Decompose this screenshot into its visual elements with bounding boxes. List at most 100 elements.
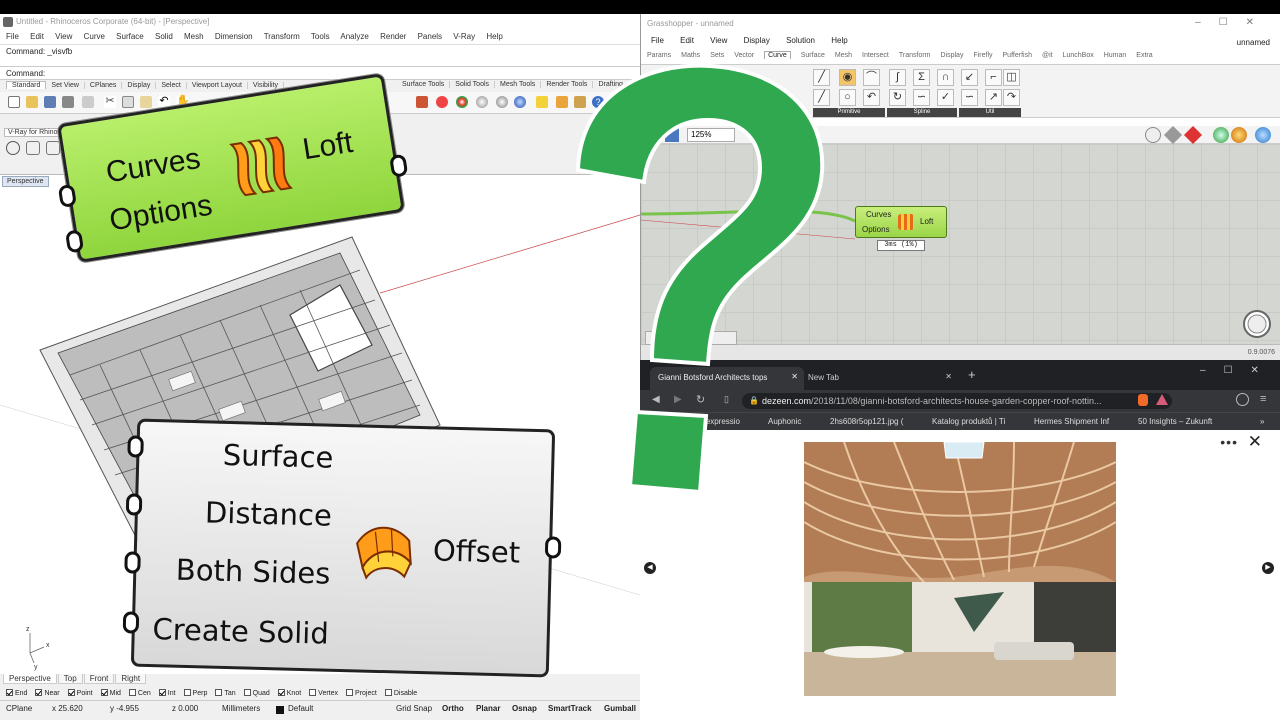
gh-tab-intersect[interactable]: Intersect	[862, 52, 889, 59]
brave-shield-icon[interactable]	[1138, 394, 1148, 406]
rhino-menu-vray[interactable]: V-Ray	[453, 32, 475, 41]
status-osnap[interactable]: Osnap	[512, 704, 537, 713]
rhino-menu-curve[interactable]: Curve	[84, 32, 105, 41]
vray-render-icon[interactable]	[6, 141, 20, 155]
osnap-quad-checkbox[interactable]	[243, 689, 251, 696]
render-color-icon[interactable]	[436, 96, 448, 108]
rhino-menu-file[interactable]: File	[6, 32, 19, 41]
rhino-tab-solid-tools[interactable]: Solid Tools	[450, 81, 496, 88]
gh-menu-solution[interactable]: Solution	[786, 36, 815, 45]
osnap-vertex-checkbox[interactable]	[309, 689, 317, 696]
extend-curve-icon[interactable]: ↷	[1003, 89, 1020, 106]
osnap-project[interactable]: Project	[346, 689, 377, 697]
osnap-quad[interactable]: Quad	[243, 689, 270, 697]
maximize-icon[interactable]: ☐	[1219, 17, 1246, 28]
osnap-end-checkbox[interactable]	[6, 689, 13, 696]
gh-tab-at-it[interactable]: @it	[1042, 52, 1053, 59]
interpolate-icon[interactable]: ∫	[889, 69, 906, 86]
rhino-tab-set-view[interactable]: Set View	[46, 82, 85, 89]
open-folder-icon[interactable]	[26, 96, 38, 108]
bookmark-image-jpg[interactable]: 2hs608r5op121.jpg (	[830, 417, 903, 426]
vptab-right[interactable]: Right	[115, 674, 147, 684]
gh-bake-icon[interactable]	[1213, 127, 1229, 143]
gh-tab-display[interactable]: Display	[941, 52, 964, 59]
light-bulb-icon[interactable]	[536, 96, 548, 108]
gh-loft-input-options[interactable]: Options	[862, 225, 890, 234]
color-wheel-icon[interactable]	[456, 96, 468, 108]
osnap-knot-checkbox[interactable]	[277, 689, 285, 696]
rhino-menu-solid[interactable]: Solid	[155, 32, 173, 41]
gh-wireframe-icon[interactable]	[1163, 125, 1183, 145]
new-tab-plus-icon[interactable]: +	[968, 367, 976, 382]
vptab-front[interactable]: Front	[83, 674, 115, 684]
rhino-menu-tools[interactable]: Tools	[311, 32, 330, 41]
print-icon[interactable]	[62, 96, 74, 108]
offset-port-create-solid[interactable]	[122, 611, 140, 634]
profile-icon[interactable]	[1236, 393, 1249, 406]
gh-navigation-dial[interactable]	[1237, 304, 1277, 344]
nurbs-curve-icon[interactable]: ∩	[937, 69, 954, 86]
osnap-project-checkbox[interactable]	[346, 689, 354, 696]
offset-port-distance[interactable]	[125, 493, 143, 516]
gh-document-name[interactable]: unnamed	[1237, 38, 1270, 47]
osnap-perp-checkbox[interactable]	[183, 689, 191, 696]
rhino-tab-surface-tools[interactable]: Surface Tools	[397, 81, 451, 88]
status-ortho[interactable]: Ortho	[442, 704, 464, 713]
rhino-menu-analyze[interactable]: Analyze	[340, 32, 368, 41]
gh-shaded-icon[interactable]	[1183, 125, 1203, 145]
next-image-icon[interactable]: ▶	[1262, 562, 1274, 574]
rhino-menu-transform[interactable]: Transform	[264, 32, 300, 41]
browser-menu-icon[interactable]: ≡	[1260, 393, 1266, 405]
join-curves-icon[interactable]: ↙	[961, 69, 978, 86]
bezier-icon[interactable]: ↻	[889, 89, 906, 106]
properties-icon[interactable]	[82, 96, 94, 108]
status-grid-snap[interactable]: Grid Snap	[396, 704, 432, 713]
gh-tab-transform[interactable]: Transform	[899, 52, 931, 59]
offset-curve-icon[interactable]: ◫	[1003, 69, 1020, 86]
osnap-vertex[interactable]: Vertex	[309, 689, 338, 697]
polyline-icon[interactable]: Σ	[913, 69, 930, 86]
osnap-int-checkbox[interactable]	[158, 689, 166, 696]
osnap-near[interactable]: Near	[35, 689, 60, 697]
gh-tab-human[interactable]: Human	[1104, 52, 1127, 59]
rhino-menu-panels[interactable]: Panels	[418, 32, 442, 41]
gh-display-icon[interactable]	[1255, 127, 1271, 143]
vray-teapot-icon[interactable]	[26, 141, 40, 155]
brave-rewards-icon[interactable]	[1156, 394, 1168, 405]
osnap-cen[interactable]: Cen	[128, 689, 151, 697]
rhino-menu-edit[interactable]: Edit	[30, 32, 44, 41]
gh-menu-help[interactable]: Help	[831, 36, 847, 45]
rhino-menu-dimension[interactable]: Dimension	[215, 32, 253, 41]
gh-menu-view[interactable]: View	[710, 36, 727, 45]
osnap-tan[interactable]: Tan	[215, 689, 236, 697]
copy-icon[interactable]	[122, 96, 134, 108]
osnap-disable-checkbox[interactable]	[384, 689, 392, 696]
vray-panel-tab[interactable]: V-Ray for Rhino	[4, 128, 62, 137]
osnap-cen-checkbox[interactable]	[128, 689, 136, 696]
gh-tab-lunchbox[interactable]: LunchBox	[1063, 52, 1094, 59]
osnap-end[interactable]: End	[6, 689, 27, 697]
more-options-icon[interactable]: •••	[1220, 434, 1238, 450]
tab2-close-icon[interactable]: ✕	[945, 372, 952, 381]
gh-loft-component[interactable]: Curves Options Loft	[855, 206, 947, 238]
vptab-top[interactable]: Top	[57, 674, 83, 684]
gh-loft-output-loft[interactable]: Loft	[920, 217, 933, 226]
offset-port-output[interactable]	[544, 536, 562, 559]
status-gumball[interactable]: Gumball	[604, 704, 636, 713]
osnap-mid[interactable]: Mid	[100, 689, 121, 697]
explode-icon[interactable]: ∽	[961, 89, 978, 106]
osnap-mid-checkbox[interactable]	[100, 689, 108, 696]
vptab-perspective[interactable]: Perspective	[3, 674, 57, 684]
rhino-menu-surface[interactable]: Surface	[116, 32, 144, 41]
bookmark-katalog[interactable]: Katalog produktů | Ti	[932, 417, 1005, 426]
save-icon[interactable]	[44, 96, 56, 108]
rhino-tab-visibility[interactable]: Visibility	[248, 82, 285, 89]
viewport-title-perspective[interactable]: Perspective	[2, 176, 49, 187]
offset-port-both-sides[interactable]	[124, 551, 141, 574]
rhino-tab-display[interactable]: Display	[122, 82, 157, 89]
sphere-grey-icon[interactable]	[476, 96, 488, 108]
browser-close-icon[interactable]: ✕	[1251, 365, 1277, 376]
paste-icon[interactable]	[140, 96, 152, 108]
flip-curve-icon[interactable]: ↗	[985, 89, 1002, 106]
gh-menu-edit[interactable]: Edit	[680, 36, 694, 45]
